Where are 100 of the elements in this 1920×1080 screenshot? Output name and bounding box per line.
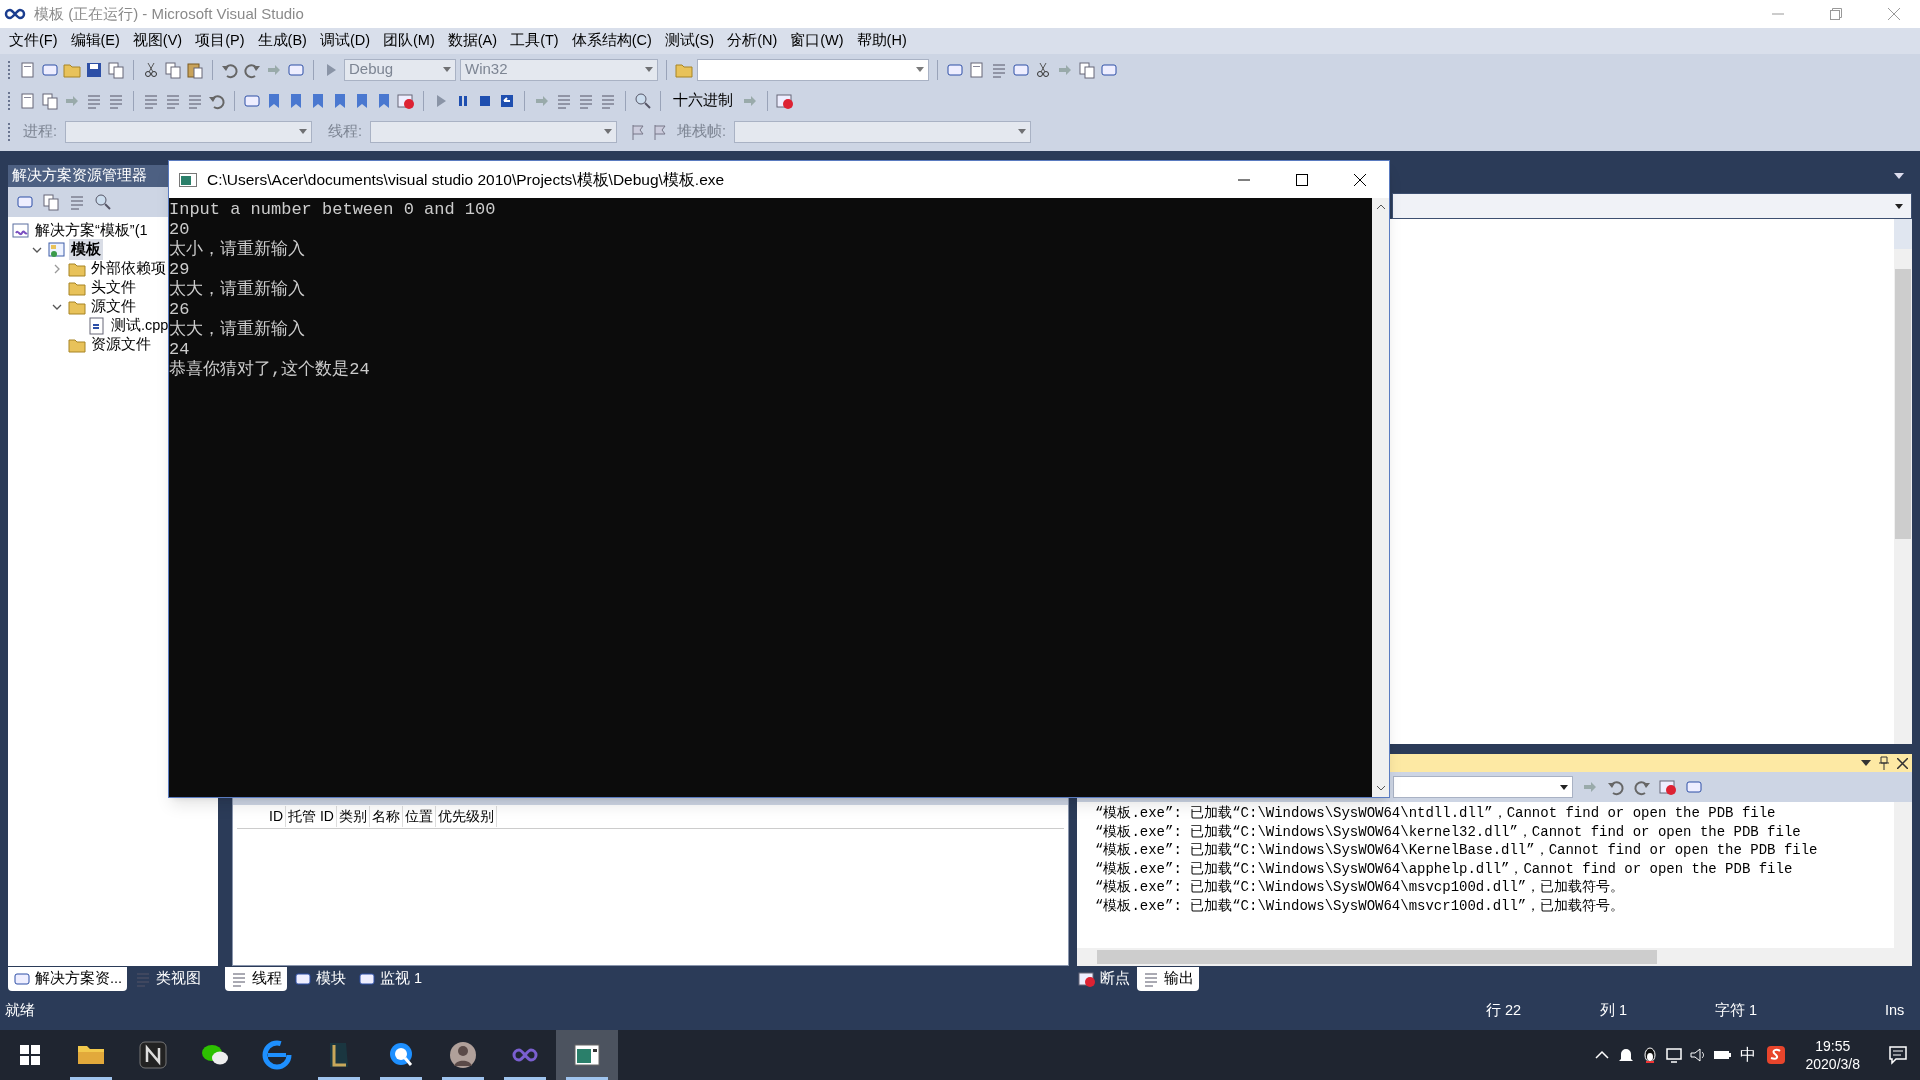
menu-item[interactable]: 数据(A) (442, 30, 503, 52)
copy-icon[interactable] (41, 91, 59, 110)
new-file-icon[interactable] (968, 60, 986, 79)
panel-tab[interactable]: 解决方案资... (8, 967, 128, 991)
dropdown-arrow-icon[interactable] (1861, 760, 1871, 766)
window-title: 模板 (正在运行) - Microsoft Visual Studio (34, 3, 304, 24)
monitor-icon[interactable] (1664, 1046, 1683, 1064)
menu-item[interactable]: 帮助(H) (851, 30, 912, 52)
window-icon (358, 970, 376, 988)
menu-item[interactable]: 体系结构(C) (566, 30, 657, 52)
member-dropdown[interactable] (1392, 193, 1912, 219)
console-line: Input a number between 0 and 100 (169, 200, 497, 220)
panel-tab[interactable]: 断点 (1073, 967, 1135, 991)
panel-tab[interactable]: 模块 (289, 967, 351, 991)
dropdown-arrow-icon[interactable] (1895, 203, 1903, 209)
stack-frame-dropdown[interactable] (734, 120, 1032, 143)
scrollbar[interactable] (1894, 219, 1912, 744)
scrollbar[interactable] (1894, 802, 1912, 948)
copy-icon[interactable] (107, 60, 125, 79)
breakpoint-icon[interactable] (1659, 778, 1677, 796)
menu-item[interactable]: 生成(B) (252, 30, 312, 52)
menu-item[interactable]: 调试(D) (314, 30, 376, 52)
scissors-icon[interactable] (1034, 60, 1052, 79)
breakpoint-icon[interactable] (776, 91, 794, 110)
console-line: 太大，请重新输入 (169, 320, 306, 340)
close-icon[interactable] (1897, 757, 1908, 769)
dropdown-arrow-icon[interactable] (1894, 173, 1904, 179)
panel-tab[interactable]: 线程 (225, 967, 287, 991)
cpp-file-icon (88, 316, 106, 335)
process-dropdown[interactable] (65, 120, 313, 143)
pin-icon[interactable] (1879, 756, 1889, 770)
magnifier-icon[interactable] (94, 193, 112, 211)
panel-title: 解决方案资源管理器 (12, 166, 147, 186)
restore-icon[interactable] (1830, 8, 1842, 20)
output-line: “模板.exe”: 已加载“C:\Windows\SysWOW64\kernel32.dll”，Cannot find or open the PDB file (1095, 822, 1802, 842)
output-line: “模板.exe”: 已加载“C:\Windows\SysWOW64\ntdll.dll”，Cannot find or open the PDB file (1095, 804, 1777, 823)
clock-date: 2020/3/8 (1805, 1055, 1860, 1073)
output-line: “模板.exe”: 已加载“C:\Windows\SysWOW64\KernelBase.dll”，Cannot find or open the PDB file (1095, 841, 1819, 860)
scroll-up-icon[interactable] (1375, 204, 1386, 210)
status-char: 字符 1 (1715, 1001, 1759, 1021)
close-icon[interactable] (1354, 173, 1366, 186)
find-dropdown[interactable] (697, 58, 929, 81)
windows-start-icon[interactable] (20, 1045, 40, 1065)
column-header[interactable]: 优先级别 (435, 806, 497, 827)
console-line: 太大，请重新输入 (169, 280, 306, 300)
window-icon[interactable] (16, 193, 34, 211)
column-header[interactable]: 类别 (336, 806, 370, 827)
panel-tab[interactable]: 监视 1 (353, 967, 428, 991)
menu-item[interactable]: 窗口(W) (785, 30, 849, 52)
thread-dropdown[interactable] (370, 120, 618, 143)
lines-icon (230, 970, 248, 988)
output-line: “模板.exe”: 已加载“C:\Windows\SysWOW64\msvcp100d.dll”，已加载符号。 (1095, 878, 1626, 897)
scissors-icon[interactable] (142, 60, 160, 79)
window-icon[interactable] (1685, 778, 1703, 796)
column-header[interactable]: 位置 (402, 806, 436, 827)
magnifier-icon[interactable] (634, 91, 652, 110)
menu-item[interactable]: 视图(V) (127, 30, 188, 52)
menu-item[interactable]: 测试(S) (659, 30, 720, 52)
new-file-icon[interactable] (19, 60, 37, 79)
copy-icon[interactable] (42, 193, 60, 211)
scrollbar[interactable] (1077, 948, 1912, 966)
maximize-icon[interactable] (1296, 173, 1308, 186)
dropdown-arrow-icon[interactable] (1560, 784, 1568, 790)
field-label: 线程: (327, 121, 364, 141)
column-header[interactable]: 名称 (369, 806, 403, 827)
new-file-icon[interactable] (19, 91, 37, 110)
menu-item[interactable]: 项目(P) (190, 30, 250, 52)
console-line: 29 (169, 260, 191, 280)
status-text: 就绪 (5, 1001, 36, 1021)
menu-item[interactable]: 文件(F) (4, 30, 63, 52)
redo-icon[interactable] (1633, 778, 1651, 796)
save-icon[interactable] (85, 60, 103, 79)
scroll-down-icon[interactable] (1375, 785, 1386, 791)
notification-icon[interactable] (1888, 1045, 1908, 1065)
panel-tab[interactable]: 类视图 (129, 967, 207, 991)
menu-item[interactable]: 编辑(E) (65, 30, 125, 52)
column-header[interactable]: 托管 ID (286, 806, 337, 827)
status-column: 列 1 (1600, 1000, 1715, 1022)
n-letter-tile-icon (138, 1040, 168, 1070)
menu-item[interactable]: 分析(N) (722, 30, 783, 52)
scrollbar[interactable] (1372, 198, 1389, 797)
copy-icon[interactable] (1078, 60, 1096, 79)
column-header[interactable]: ID (267, 806, 286, 827)
speaker-icon[interactable] (1688, 1046, 1707, 1064)
panel-tab[interactable]: 输出 (1137, 967, 1199, 991)
menu-item[interactable]: 团队(M) (378, 30, 440, 52)
copy-icon[interactable] (164, 60, 182, 79)
breakpoint-icon[interactable] (397, 91, 415, 110)
clock-time: 19:55 (1815, 1037, 1851, 1055)
lines-icon[interactable] (68, 193, 86, 211)
lines-icon (1142, 970, 1160, 988)
taskbar-app[interactable] (556, 1030, 618, 1080)
paste-icon[interactable] (186, 60, 204, 79)
tree-item[interactable]: 模板 (69, 238, 103, 261)
input-method-indicator[interactable]: 中 (1739, 1043, 1756, 1067)
hex-button[interactable]: 十六进制 (669, 89, 737, 112)
s-logo-icon[interactable] (1765, 1045, 1786, 1065)
window-icon (294, 970, 312, 988)
undo-icon[interactable] (1607, 778, 1625, 796)
menu-item[interactable]: 工具(T) (505, 30, 564, 52)
